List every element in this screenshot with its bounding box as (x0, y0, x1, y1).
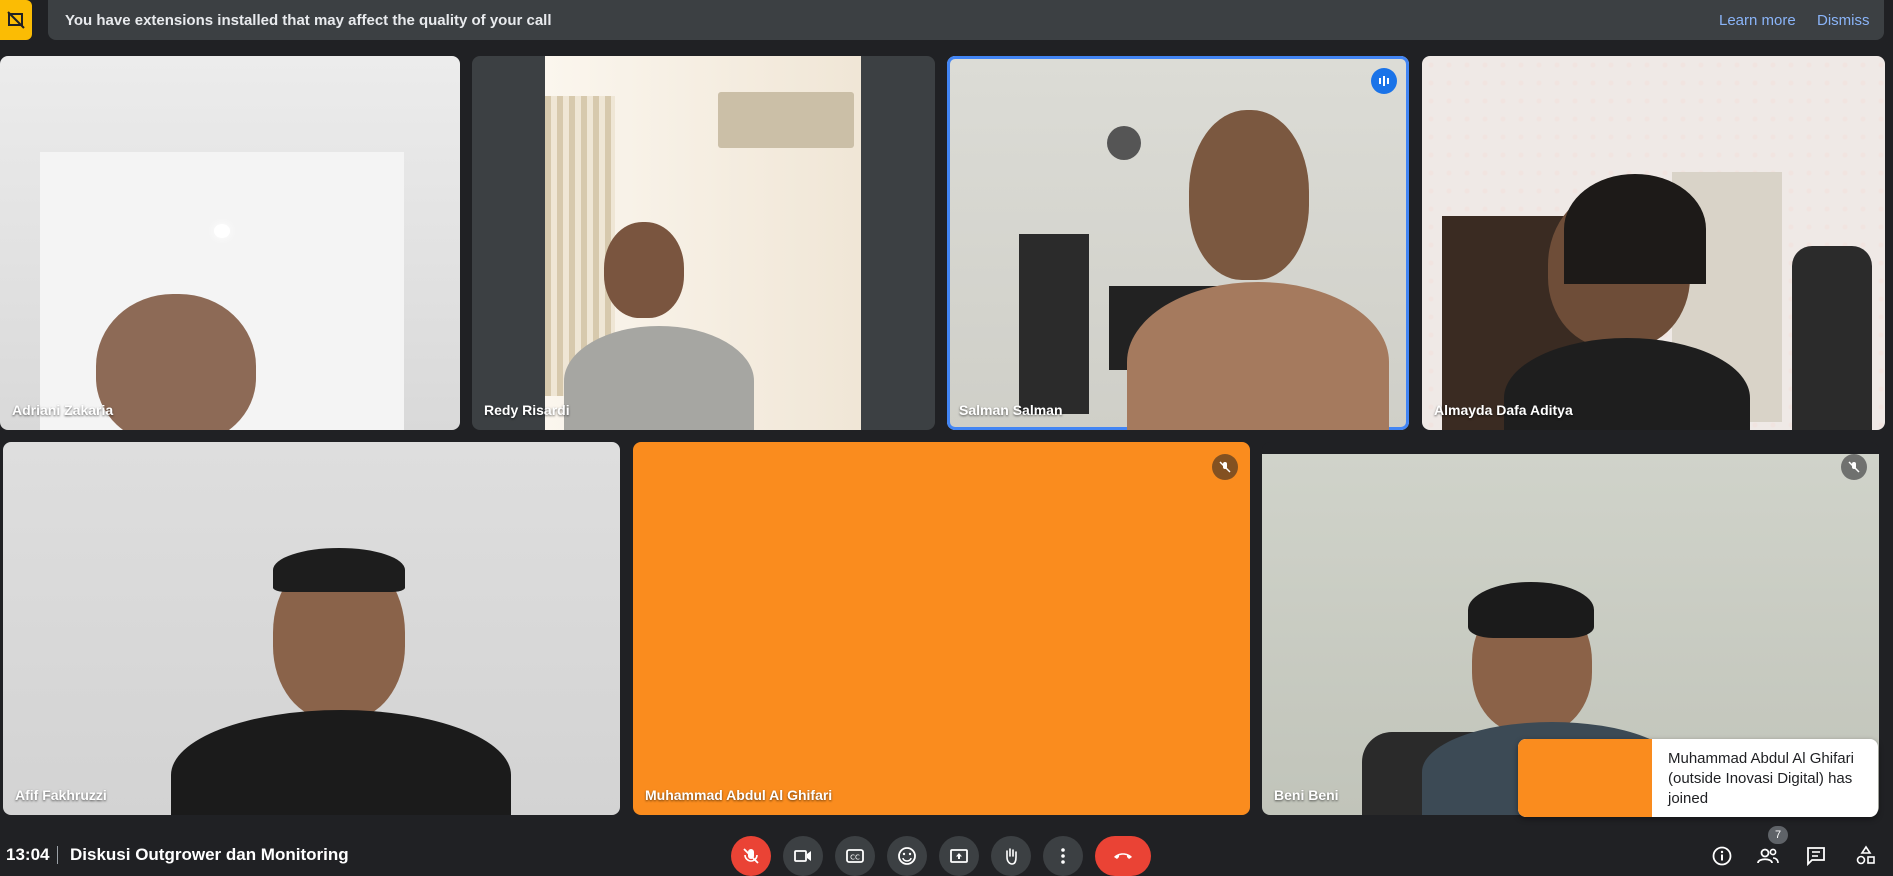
chat-icon (1807, 847, 1825, 867)
mic-off-icon (743, 848, 759, 864)
people-icon (1757, 848, 1779, 864)
activities-icon (1856, 845, 1875, 865)
more-options-icon (1061, 848, 1065, 864)
meeting-clock: 13:04 (6, 845, 50, 864)
bottom-toolbar: 13:04 Diskusi Outgrower dan Monitoring C… (0, 826, 1893, 876)
participant-name: Beni Beni (1274, 787, 1339, 803)
toast-avatar (1518, 739, 1652, 817)
dismiss-button[interactable]: Dismiss (1817, 12, 1870, 29)
participant-tile[interactable]: Redy Risardi (472, 56, 935, 430)
activities-button[interactable] (1850, 840, 1882, 872)
toast-message: Muhammad Abdul Al Ghifari (outside Inova… (1668, 750, 1854, 807)
present-screen-icon (950, 849, 968, 863)
extension-warning-icon (0, 0, 32, 40)
participant-tile[interactable]: Almayda Dafa Aditya (1422, 56, 1885, 430)
emoji-icon (898, 847, 916, 865)
learn-more-link[interactable]: Learn more (1719, 12, 1796, 29)
participant-tile[interactable]: Salman Salman (947, 56, 1409, 430)
info-icon (1712, 846, 1732, 866)
svg-text:CC: CC (850, 854, 860, 862)
hang-up-icon (1114, 853, 1132, 859)
banner-bar: You have extensions installed that may a… (48, 0, 1884, 40)
camera-toggle-button[interactable] (783, 836, 823, 876)
participant-name: Afif Fakhruzzi (15, 787, 107, 803)
mic-muted-icon (1212, 454, 1238, 480)
more-options-button[interactable] (1043, 836, 1083, 876)
participant-name: Redy Risardi (484, 402, 570, 418)
present-screen-button[interactable] (939, 836, 979, 876)
participant-name: Salman Salman (959, 402, 1063, 418)
meeting-details-button[interactable] (1706, 840, 1738, 872)
participant-tile[interactable]: Adriani Zakaria (0, 56, 460, 430)
mic-toggle-button[interactable] (731, 836, 771, 876)
captions-button[interactable]: CC (835, 836, 875, 876)
extensions-warning-banner: You have extensions installed that may a… (0, 0, 1893, 40)
reactions-button[interactable] (887, 836, 927, 876)
raise-hand-button[interactable] (991, 836, 1031, 876)
participant-joined-toast: Muhammad Abdul Al Ghifari (outside Inova… (1518, 739, 1878, 817)
chat-button[interactable] (1800, 840, 1832, 872)
raise-hand-icon (1006, 848, 1017, 865)
captions-icon: CC (846, 849, 864, 863)
banner-message: You have extensions installed that may a… (65, 12, 552, 29)
speaking-indicator-icon (1371, 68, 1397, 94)
camera-icon (794, 850, 811, 862)
participant-tile[interactable]: Afif Fakhruzzi (3, 442, 620, 815)
divider (57, 846, 58, 864)
participant-tile[interactable]: Muhammad Abdul Al Ghifari (633, 442, 1250, 815)
mic-muted-icon (1841, 454, 1867, 480)
leave-call-button[interactable] (1095, 836, 1151, 876)
participant-name: Muhammad Abdul Al Ghifari (645, 787, 833, 803)
participant-name: Almayda Dafa Aditya (1434, 402, 1573, 418)
people-button[interactable] (1752, 840, 1784, 872)
participant-name: Adriani Zakaria (12, 402, 114, 418)
meeting-title: Diskusi Outgrower dan Monitoring (70, 845, 349, 864)
people-count-badge: 7 (1768, 826, 1788, 844)
